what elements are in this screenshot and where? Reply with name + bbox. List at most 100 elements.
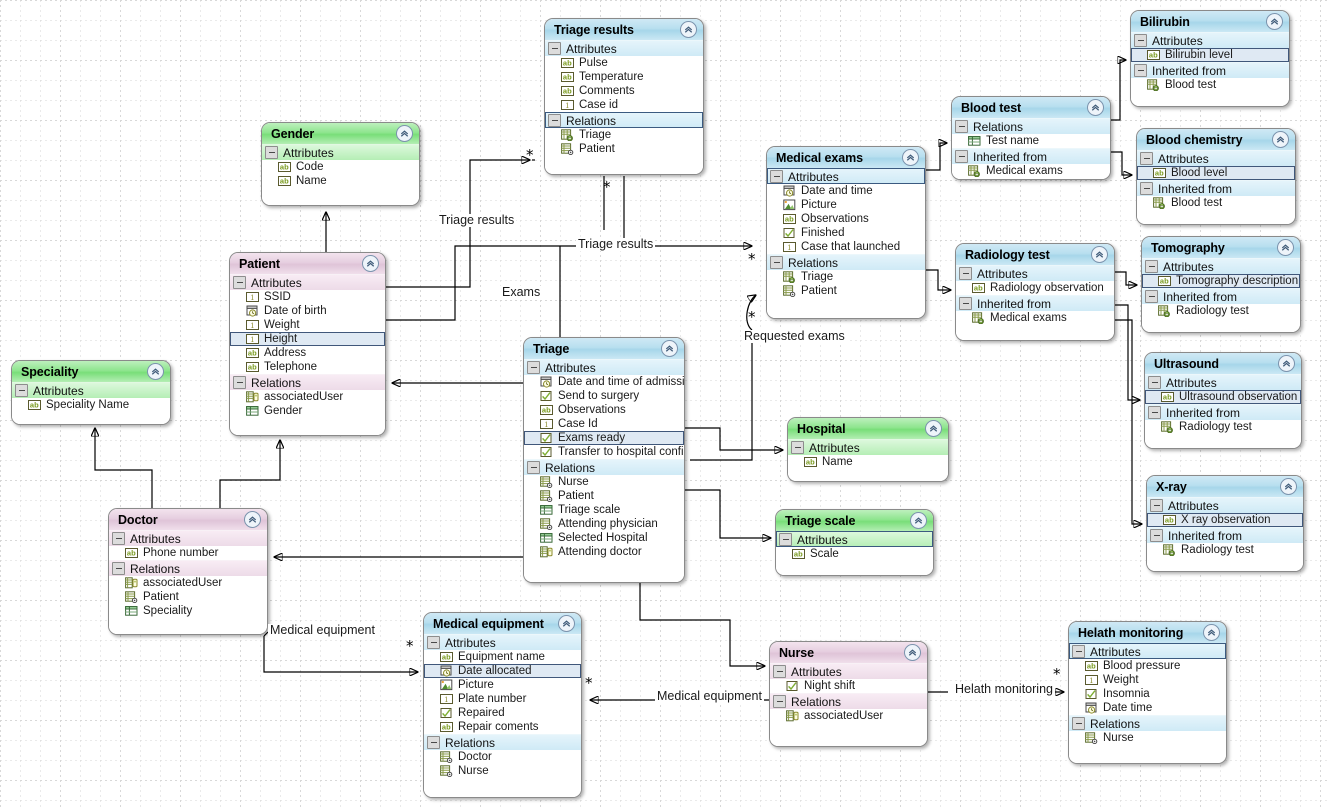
collapse-minus-icon[interactable] — [955, 150, 968, 163]
collapse-minus-icon[interactable] — [770, 170, 783, 183]
section-header[interactable]: Relations — [770, 693, 927, 709]
entity-header[interactable]: Patient — [230, 253, 385, 274]
entity-header[interactable]: Helath monitoring — [1069, 622, 1226, 643]
field-row[interactable]: associatedUser — [109, 576, 267, 590]
collapse-chevron-up-icon[interactable] — [910, 512, 927, 529]
section-header[interactable]: Attributes — [956, 265, 1114, 281]
section-header[interactable]: Relations — [952, 118, 1110, 134]
section-header[interactable]: Relations — [424, 734, 581, 750]
entity-header[interactable]: Ultrasound — [1145, 353, 1301, 374]
field-row[interactable]: ab Speciality Name — [12, 398, 170, 412]
field-row[interactable]: ab Blood level — [1137, 166, 1295, 180]
field-row[interactable]: ab Phone number — [109, 546, 267, 560]
entity-header[interactable]: Nurse — [770, 642, 927, 663]
section-header[interactable]: Inherited from — [956, 295, 1114, 311]
section-header[interactable]: Attributes — [230, 274, 385, 290]
collapse-minus-icon[interactable] — [112, 532, 125, 545]
field-row[interactable]: Night shift — [770, 679, 927, 693]
collapse-minus-icon[interactable] — [1140, 152, 1153, 165]
entity-header[interactable]: Tomography — [1142, 237, 1300, 258]
field-row[interactable]: ab Observations — [767, 212, 925, 226]
entity-tomography[interactable]: Tomography Attributes ab Tomography descrip… — [1141, 236, 1301, 333]
section-header[interactable]: Attributes — [262, 144, 419, 160]
entity-ultrasound[interactable]: Ultrasound Attributes ab Ultrasound observa… — [1144, 352, 1302, 449]
collapse-minus-icon[interactable] — [233, 276, 246, 289]
collapse-minus-icon[interactable] — [1148, 376, 1161, 389]
collapse-minus-icon[interactable] — [773, 665, 786, 678]
section-header[interactable]: Attributes — [770, 663, 927, 679]
field-row[interactable]: Medical exams — [952, 164, 1110, 178]
collapse-minus-icon[interactable] — [1145, 290, 1158, 303]
collapse-chevron-up-icon[interactable] — [925, 420, 942, 437]
field-row[interactable]: Nurse — [1069, 731, 1226, 745]
collapse-minus-icon[interactable] — [791, 441, 804, 454]
field-row[interactable]: ab Pulse — [545, 56, 703, 70]
collapse-minus-icon[interactable] — [1150, 529, 1163, 542]
field-row[interactable]: ab X ray observation — [1147, 513, 1303, 527]
entity-header[interactable]: Medical exams — [767, 147, 925, 168]
collapse-minus-icon[interactable] — [427, 736, 440, 749]
field-row[interactable]: Blood test — [1137, 196, 1295, 210]
field-row[interactable]: Attending physician — [524, 517, 684, 531]
field-row[interactable]: Patient — [767, 284, 925, 298]
field-row[interactable]: Attending doctor — [524, 545, 684, 559]
field-row[interactable]: ab Blood pressure — [1069, 659, 1226, 673]
entity-speciality[interactable]: Speciality Attributes ab Speciality Name — [11, 360, 171, 425]
entity-blood-test[interactable]: Blood test Relations Test name Inherited fr… — [951, 96, 1111, 180]
field-row[interactable]: ab Tomography description — [1142, 274, 1300, 288]
field-row[interactable]: Repaired — [424, 706, 581, 720]
section-header[interactable]: Attributes — [776, 531, 933, 547]
collapse-chevron-up-icon[interactable] — [1272, 131, 1289, 148]
collapse-minus-icon[interactable] — [770, 256, 783, 269]
field-row[interactable]: Finished — [767, 226, 925, 240]
section-header[interactable]: Attributes — [545, 40, 703, 56]
section-header[interactable]: Attributes — [788, 439, 948, 455]
field-row[interactable]: ab Temperature — [545, 70, 703, 84]
entity-header[interactable]: Bilirubin — [1131, 11, 1289, 32]
field-row[interactable]: ab Address — [230, 346, 385, 360]
field-row[interactable]: ab Telephone — [230, 360, 385, 374]
collapse-minus-icon[interactable] — [779, 533, 792, 546]
collapse-chevron-up-icon[interactable] — [362, 255, 379, 272]
entity-x-ray[interactable]: X-ray Attributes ab X ray observation Inheri… — [1146, 475, 1304, 572]
field-row[interactable]: 1 Height — [230, 332, 385, 346]
field-row[interactable]: ab Name — [788, 455, 948, 469]
field-row[interactable]: Picture — [767, 198, 925, 212]
collapse-minus-icon[interactable] — [233, 376, 246, 389]
section-header[interactable]: Attributes — [1142, 258, 1300, 274]
entity-header[interactable]: Blood test — [952, 97, 1110, 118]
field-row[interactable]: 1 Case id — [545, 98, 703, 112]
section-header[interactable]: Relations — [545, 112, 703, 128]
collapse-chevron-up-icon[interactable] — [902, 149, 919, 166]
field-row[interactable]: Triage scale — [524, 503, 684, 517]
collapse-chevron-up-icon[interactable] — [904, 644, 921, 661]
section-header[interactable]: Attributes — [109, 530, 267, 546]
collapse-minus-icon[interactable] — [112, 562, 125, 575]
field-row[interactable]: Radiology test — [1142, 304, 1300, 318]
collapse-chevron-up-icon[interactable] — [1277, 239, 1294, 256]
field-row[interactable]: Medical exams — [956, 311, 1114, 325]
entity-header[interactable]: Doctor — [109, 509, 267, 530]
field-row[interactable]: 1 SSID — [230, 290, 385, 304]
entity-triage[interactable]: Triage Attributes Date and time of admissi… — [523, 337, 685, 583]
collapse-minus-icon[interactable] — [548, 42, 561, 55]
field-row[interactable]: Radiology test — [1145, 420, 1301, 434]
field-row[interactable]: Triage — [767, 270, 925, 284]
collapse-minus-icon[interactable] — [959, 297, 972, 310]
field-row[interactable]: Patient — [524, 489, 684, 503]
field-row[interactable]: Radiology test — [1147, 543, 1303, 557]
collapse-minus-icon[interactable] — [773, 695, 786, 708]
field-row[interactable]: ab Repair coments — [424, 720, 581, 734]
collapse-minus-icon[interactable] — [548, 114, 561, 127]
section-header[interactable]: Attributes — [1137, 150, 1295, 166]
section-header[interactable]: Relations — [524, 459, 684, 475]
field-row[interactable]: Gender — [230, 404, 385, 418]
collapse-minus-icon[interactable] — [527, 361, 540, 374]
entity-triage-results[interactable]: Triage results Attributes ab Pulse ab Tempera… — [544, 18, 704, 175]
entity-gender[interactable]: Gender Attributes ab Code ab Name — [261, 122, 420, 206]
field-row[interactable]: ab Equipment name — [424, 650, 581, 664]
section-header[interactable]: Inherited from — [1145, 404, 1301, 420]
entity-header[interactable]: Gender — [262, 123, 419, 144]
collapse-minus-icon[interactable] — [1145, 260, 1158, 273]
field-row[interactable]: 1 Case Id — [524, 417, 684, 431]
